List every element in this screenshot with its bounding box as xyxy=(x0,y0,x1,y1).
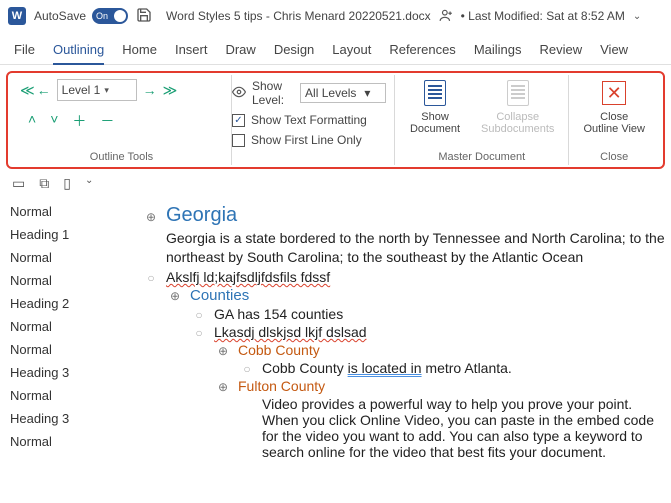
expand-bullet-icon[interactable]: ⊕ xyxy=(216,380,230,394)
share-person-icon[interactable] xyxy=(439,8,453,25)
show-level-label: Show Level: xyxy=(252,79,294,107)
collapse-subdocuments-button: Collapse Subdocuments xyxy=(475,79,560,135)
style-item[interactable]: Heading 2 xyxy=(10,296,120,311)
chevron-down-icon[interactable]: ⌄ xyxy=(633,11,641,22)
style-item[interactable]: Normal xyxy=(10,434,120,449)
expand-bullet-icon[interactable]: ⊕ xyxy=(216,344,230,358)
show-level-value: All Levels xyxy=(305,86,356,100)
tab-insert[interactable]: Insert xyxy=(175,38,208,64)
body-bullet-icon[interactable]: ○ xyxy=(192,326,206,340)
heading3-text[interactable]: Cobb County xyxy=(238,342,320,358)
ribbon-tabs: File Outlining Home Insert Draw Design L… xyxy=(0,32,671,65)
document-icon xyxy=(424,80,446,106)
group-label-master-document: Master Document xyxy=(403,151,560,163)
style-item[interactable]: Heading 1 xyxy=(10,227,120,242)
autosave-toggle[interactable]: On xyxy=(92,8,128,24)
document-outline: ⊕Georgia ·Georgia is a state bordered to… xyxy=(130,198,671,501)
body-text[interactable]: Video provides a powerful way to help yo… xyxy=(262,396,671,460)
tab-view[interactable]: View xyxy=(600,38,628,64)
tab-mailings[interactable]: Mailings xyxy=(474,38,522,64)
heading2-text[interactable]: Counties xyxy=(190,287,249,304)
style-item[interactable]: Normal xyxy=(10,319,120,334)
page-icon[interactable]: ▭ xyxy=(12,175,25,192)
move-up-icon[interactable]: ˄ xyxy=(28,111,36,131)
style-item[interactable]: Normal xyxy=(10,204,120,219)
document-icon xyxy=(507,80,529,106)
tab-file[interactable]: File xyxy=(14,38,35,64)
body-text[interactable]: Cobb County is located in metro Atlanta. xyxy=(262,360,512,376)
chevron-down-icon: ▾ xyxy=(104,85,109,96)
body-text[interactable]: Georgia is a state bordered to the north… xyxy=(166,229,671,267)
autosave-label: AutoSave xyxy=(34,9,86,23)
show-text-formatting-label: Show Text Formatting xyxy=(251,113,367,127)
expand-bullet-icon[interactable]: ⊕ xyxy=(168,289,182,303)
body-bullet-icon[interactable]: ○ xyxy=(192,308,206,322)
show-first-line-checkbox[interactable] xyxy=(232,134,245,147)
outline-level-value: Level 1 xyxy=(62,83,101,97)
collapse-icon[interactable]: － xyxy=(100,111,114,131)
expand-bullet-icon[interactable]: ⊕ xyxy=(144,210,158,224)
title-bar: W AutoSave On Word Styles 5 tips - Chris… xyxy=(0,0,671,32)
group-label-close: Close xyxy=(577,151,651,163)
eye-icon xyxy=(232,85,246,102)
group-label-outline-tools: Outline Tools xyxy=(20,151,223,163)
demote-icon[interactable]: → xyxy=(143,82,157,98)
expand-icon[interactable]: ＋ xyxy=(72,111,86,131)
tab-home[interactable]: Home xyxy=(122,38,157,64)
heading3-text[interactable]: Fulton County xyxy=(238,378,325,394)
ribbon: ≪ ← Level 1 ▾ → ≫ ˄ ˅ ＋ － Outline Tools xyxy=(12,75,659,165)
style-item[interactable]: Normal xyxy=(10,273,120,288)
show-text-formatting-checkbox[interactable] xyxy=(232,114,245,127)
document-title: Word Styles 5 tips - Chris Menard 202205… xyxy=(166,9,431,23)
demote-to-body-icon[interactable]: ≫ xyxy=(163,82,174,99)
outline-level-select[interactable]: Level 1 ▾ xyxy=(57,79,137,101)
chevron-down-icon[interactable]: ⌄ xyxy=(85,175,93,192)
body-text[interactable]: Lkasdj dlskjsd lkjf dslsad xyxy=(214,324,367,340)
promote-icon[interactable]: ← xyxy=(37,82,51,98)
word-logo: W xyxy=(8,7,26,25)
autosave-control[interactable]: AutoSave On xyxy=(34,8,128,24)
page-width-icon[interactable]: ⧉ xyxy=(39,175,49,192)
tab-review[interactable]: Review xyxy=(540,38,583,64)
heading1-text[interactable]: Georgia xyxy=(166,204,237,227)
body-text[interactable]: GA has 154 counties xyxy=(214,306,343,322)
style-item[interactable]: Heading 3 xyxy=(10,365,120,380)
style-item[interactable]: Heading 3 xyxy=(10,411,120,426)
body-bullet-icon[interactable]: ○ xyxy=(144,271,158,285)
style-item[interactable]: Normal xyxy=(10,342,120,357)
show-first-line-label: Show First Line Only xyxy=(251,133,362,147)
show-level-select[interactable]: All Levels ▾ xyxy=(300,83,386,103)
show-document-button[interactable]: Show Document xyxy=(403,79,467,135)
save-icon[interactable] xyxy=(136,7,152,26)
body-bullet-icon[interactable]: ○ xyxy=(240,362,254,376)
secondary-toolbar: ▭ ⧉ ▯ ⌄ xyxy=(0,169,671,198)
tab-references[interactable]: References xyxy=(389,38,455,64)
tab-design[interactable]: Design xyxy=(274,38,314,64)
close-icon: ✕ xyxy=(602,81,626,105)
tab-draw[interactable]: Draw xyxy=(225,38,255,64)
style-item[interactable]: Normal xyxy=(10,388,120,403)
ribbon-highlight: ≪ ← Level 1 ▾ → ≫ ˄ ˅ ＋ － Outline Tools xyxy=(6,71,665,169)
tab-outlining[interactable]: Outlining xyxy=(53,38,104,65)
style-item[interactable]: Normal xyxy=(10,250,120,265)
last-modified: • Last Modified: Sat at 8:52 AM xyxy=(461,9,625,23)
tab-layout[interactable]: Layout xyxy=(332,38,371,64)
page-layout-icon[interactable]: ▯ xyxy=(63,175,71,192)
chevron-down-icon: ▾ xyxy=(364,86,370,100)
style-sidebar: Normal Heading 1 Normal Normal Heading 2… xyxy=(0,198,130,501)
move-down-icon[interactable]: ˅ xyxy=(50,111,58,131)
body-text[interactable]: Akslfj ld;kajfsdljfdsfils fdssf xyxy=(166,269,330,285)
promote-to-heading1-icon[interactable]: ≪ xyxy=(20,82,31,99)
close-outline-view-button[interactable]: ✕ Close Outline View xyxy=(577,79,651,135)
